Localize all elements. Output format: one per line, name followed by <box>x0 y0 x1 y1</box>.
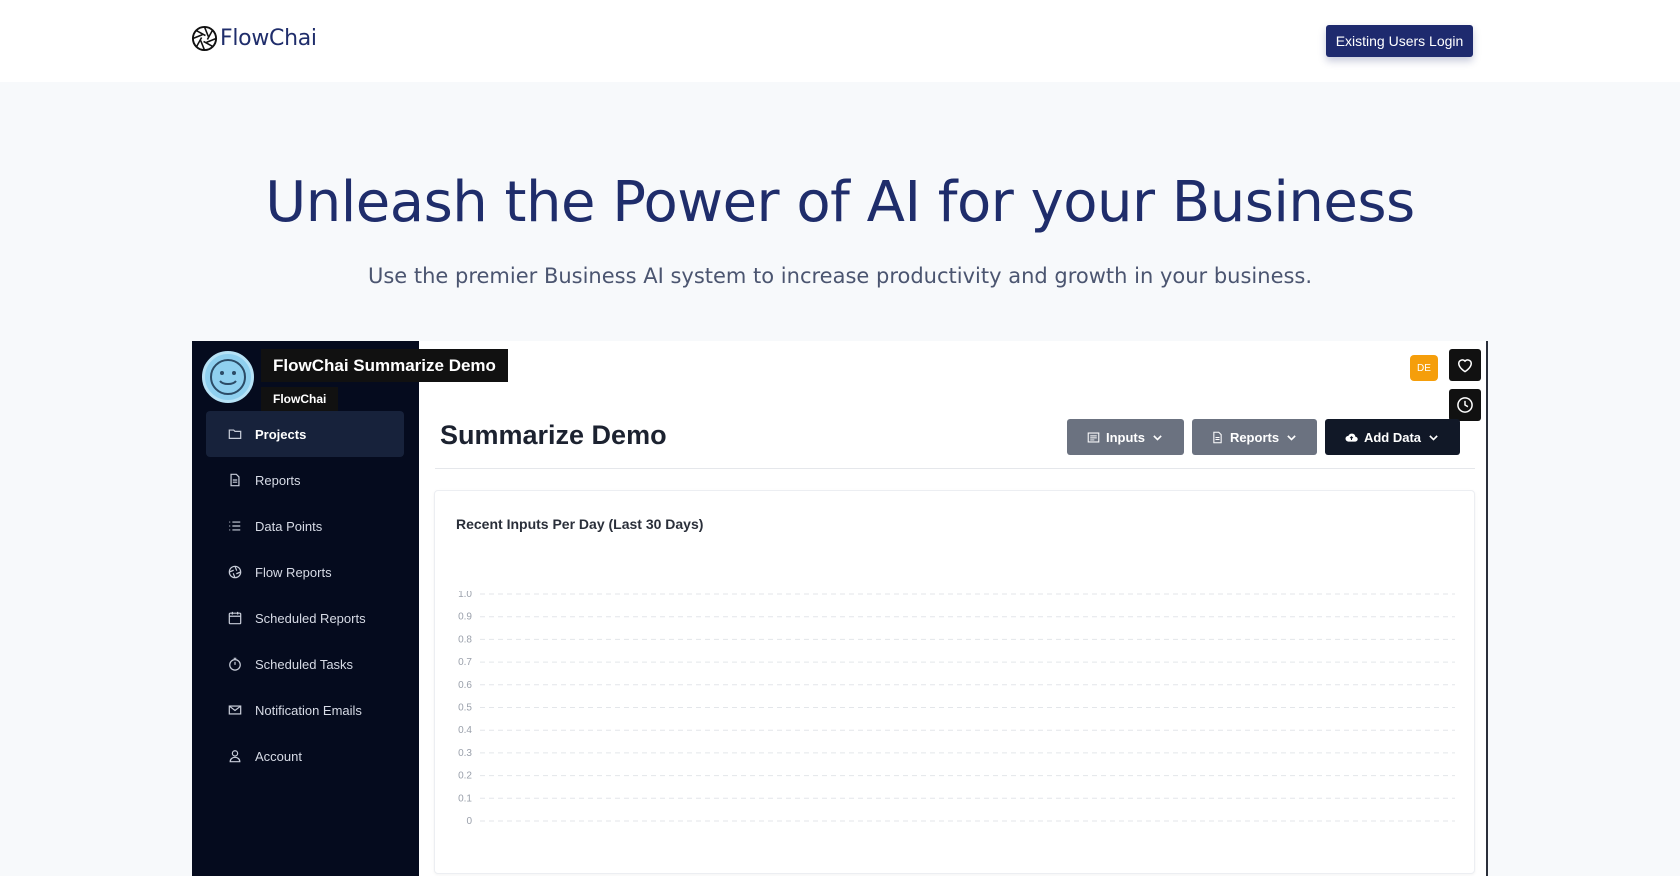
sidebar-item-account[interactable]: Account <box>206 733 404 779</box>
sidebar-nav: Projects Reports Data Points Flow Report… <box>206 411 404 779</box>
sidebar-item-flow-reports[interactable]: Flow Reports <box>206 549 404 595</box>
folder-icon <box>228 427 242 441</box>
y-tick-label: 1.0 <box>458 591 472 600</box>
aperture-icon <box>228 565 242 579</box>
y-tick-label: 0.7 <box>458 657 472 668</box>
inputs-dropdown-button[interactable]: Inputs <box>1067 419 1184 455</box>
video-title[interactable]: FlowChai Summarize Demo <box>261 349 508 382</box>
flowchai-logo-icon <box>191 25 218 52</box>
y-tick-label: 0.6 <box>458 680 472 691</box>
sidebar-item-notification-emails[interactable]: Notification Emails <box>206 687 404 733</box>
sidebar-item-label: Reports <box>255 472 301 488</box>
sidebar-item-label: Projects <box>255 426 307 442</box>
recent-inputs-chart: 1.0 0.9 0.8 0.7 0.6 0.5 0.4 0.3 0.2 0.1 0 <box>458 591 1455 827</box>
like-button[interactable] <box>1449 349 1481 381</box>
mail-icon <box>228 703 242 717</box>
channel-avatar[interactable] <box>202 351 254 403</box>
sidebar-item-label: Notification Emails <box>255 702 362 718</box>
sidebar-item-label: Flow Reports <box>255 564 332 580</box>
sidebar-item-label: Scheduled Tasks <box>255 656 354 672</box>
y-tick-label: 0.5 <box>458 703 472 714</box>
document-icon <box>228 473 242 487</box>
y-tick-label: 0.1 <box>458 793 472 804</box>
y-tick-label: 0 <box>466 816 472 827</box>
existing-users-login-button[interactable]: Existing Users Login <box>1326 25 1473 57</box>
brand-logo[interactable]: FlowChai <box>191 25 317 52</box>
y-tick-label: 0.2 <box>458 771 472 782</box>
list-box-icon <box>1087 432 1100 442</box>
brand-name: FlowChai <box>220 26 317 51</box>
y-tick-label: 0.4 <box>458 725 472 736</box>
inputs-button-label: Inputs <box>1106 429 1145 445</box>
y-tick-label: 0.9 <box>458 612 472 623</box>
document-icon <box>1213 431 1222 443</box>
timer-icon <box>228 657 242 671</box>
sidebar-item-label: Scheduled Reports <box>255 610 366 626</box>
heart-icon <box>1457 359 1473 373</box>
smiley-face-icon <box>210 359 246 395</box>
y-tick-label: 0.3 <box>458 748 472 759</box>
cloud-upload-icon <box>1345 433 1358 442</box>
app-main: DE Summarize Demo Inputs Reports Add Dat… <box>419 341 1486 876</box>
sidebar-item-label: Account <box>255 748 302 764</box>
add-data-dropdown-button[interactable]: Add Data <box>1325 419 1460 455</box>
sidebar-item-projects[interactable]: Projects <box>206 411 404 457</box>
hero-subtitle: Use the premier Business AI system to in… <box>367 264 1313 288</box>
sidebar-item-data-points[interactable]: Data Points <box>206 503 404 549</box>
sidebar-item-scheduled-reports[interactable]: Scheduled Reports <box>206 595 404 641</box>
recent-inputs-card: Recent Inputs Per Day (Last 30 Days) 1.0… <box>434 490 1475 874</box>
watch-later-button[interactable] <box>1449 389 1481 421</box>
sidebar-item-label: Data Points <box>255 518 323 534</box>
video-channel-name[interactable]: FlowChai <box>261 387 339 411</box>
reports-button-label: Reports <box>1229 429 1280 445</box>
chevron-down-icon <box>1287 434 1296 441</box>
calendar-icon <box>228 611 242 625</box>
sidebar-item-reports[interactable]: Reports <box>206 457 404 503</box>
chart-title: Recent Inputs Per Day (Last 30 Days) <box>456 516 704 532</box>
app-sidebar: FlowChai Projects Reports Data Points Fl… <box>192 341 419 876</box>
chevron-down-icon <box>1153 434 1162 441</box>
chevron-down-icon <box>1429 434 1438 441</box>
reports-dropdown-button[interactable]: Reports <box>1192 419 1317 455</box>
page-title: Summarize Demo <box>440 420 667 450</box>
top-navbar: FlowChai Existing Users Login <box>0 0 1680 82</box>
y-tick-label: 0.8 <box>458 634 472 645</box>
sidebar-item-scheduled-tasks[interactable]: Scheduled Tasks <box>206 641 404 687</box>
user-icon <box>228 749 242 763</box>
user-initials-badge[interactable]: DE <box>1410 355 1438 381</box>
hero-title: Unleash the Power of AI for your Busines… <box>265 170 1415 235</box>
clock-icon <box>1457 397 1473 413</box>
demo-video-frame[interactable]: FlowChai Projects Reports Data Points Fl… <box>192 341 1488 876</box>
add-data-button-label: Add Data <box>1363 429 1422 445</box>
header-divider <box>435 468 1475 469</box>
list-icon <box>228 519 242 533</box>
